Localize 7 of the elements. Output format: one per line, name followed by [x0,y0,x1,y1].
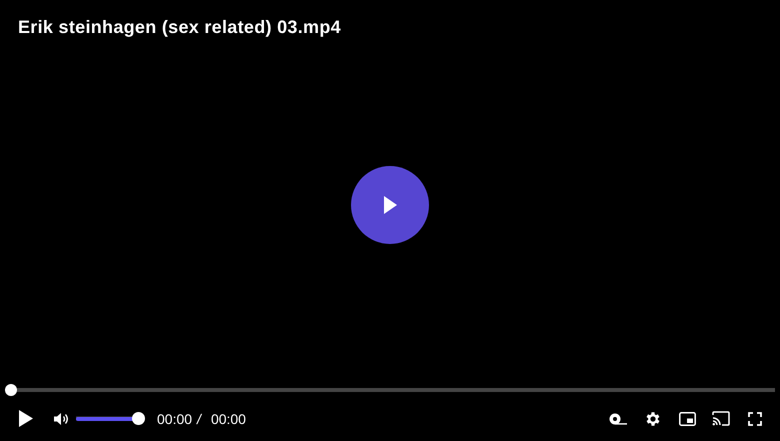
time-separator: / [197,410,201,426]
duration-time: 00:00 [210,410,246,426]
play-icon [382,195,398,215]
current-time: 00:00 [157,410,192,426]
progress-handle[interactable] [5,384,17,396]
video-title: Erik steinhagen (sex related) 03.mp4 [17,16,342,39]
volume-handle[interactable] [132,412,145,425]
